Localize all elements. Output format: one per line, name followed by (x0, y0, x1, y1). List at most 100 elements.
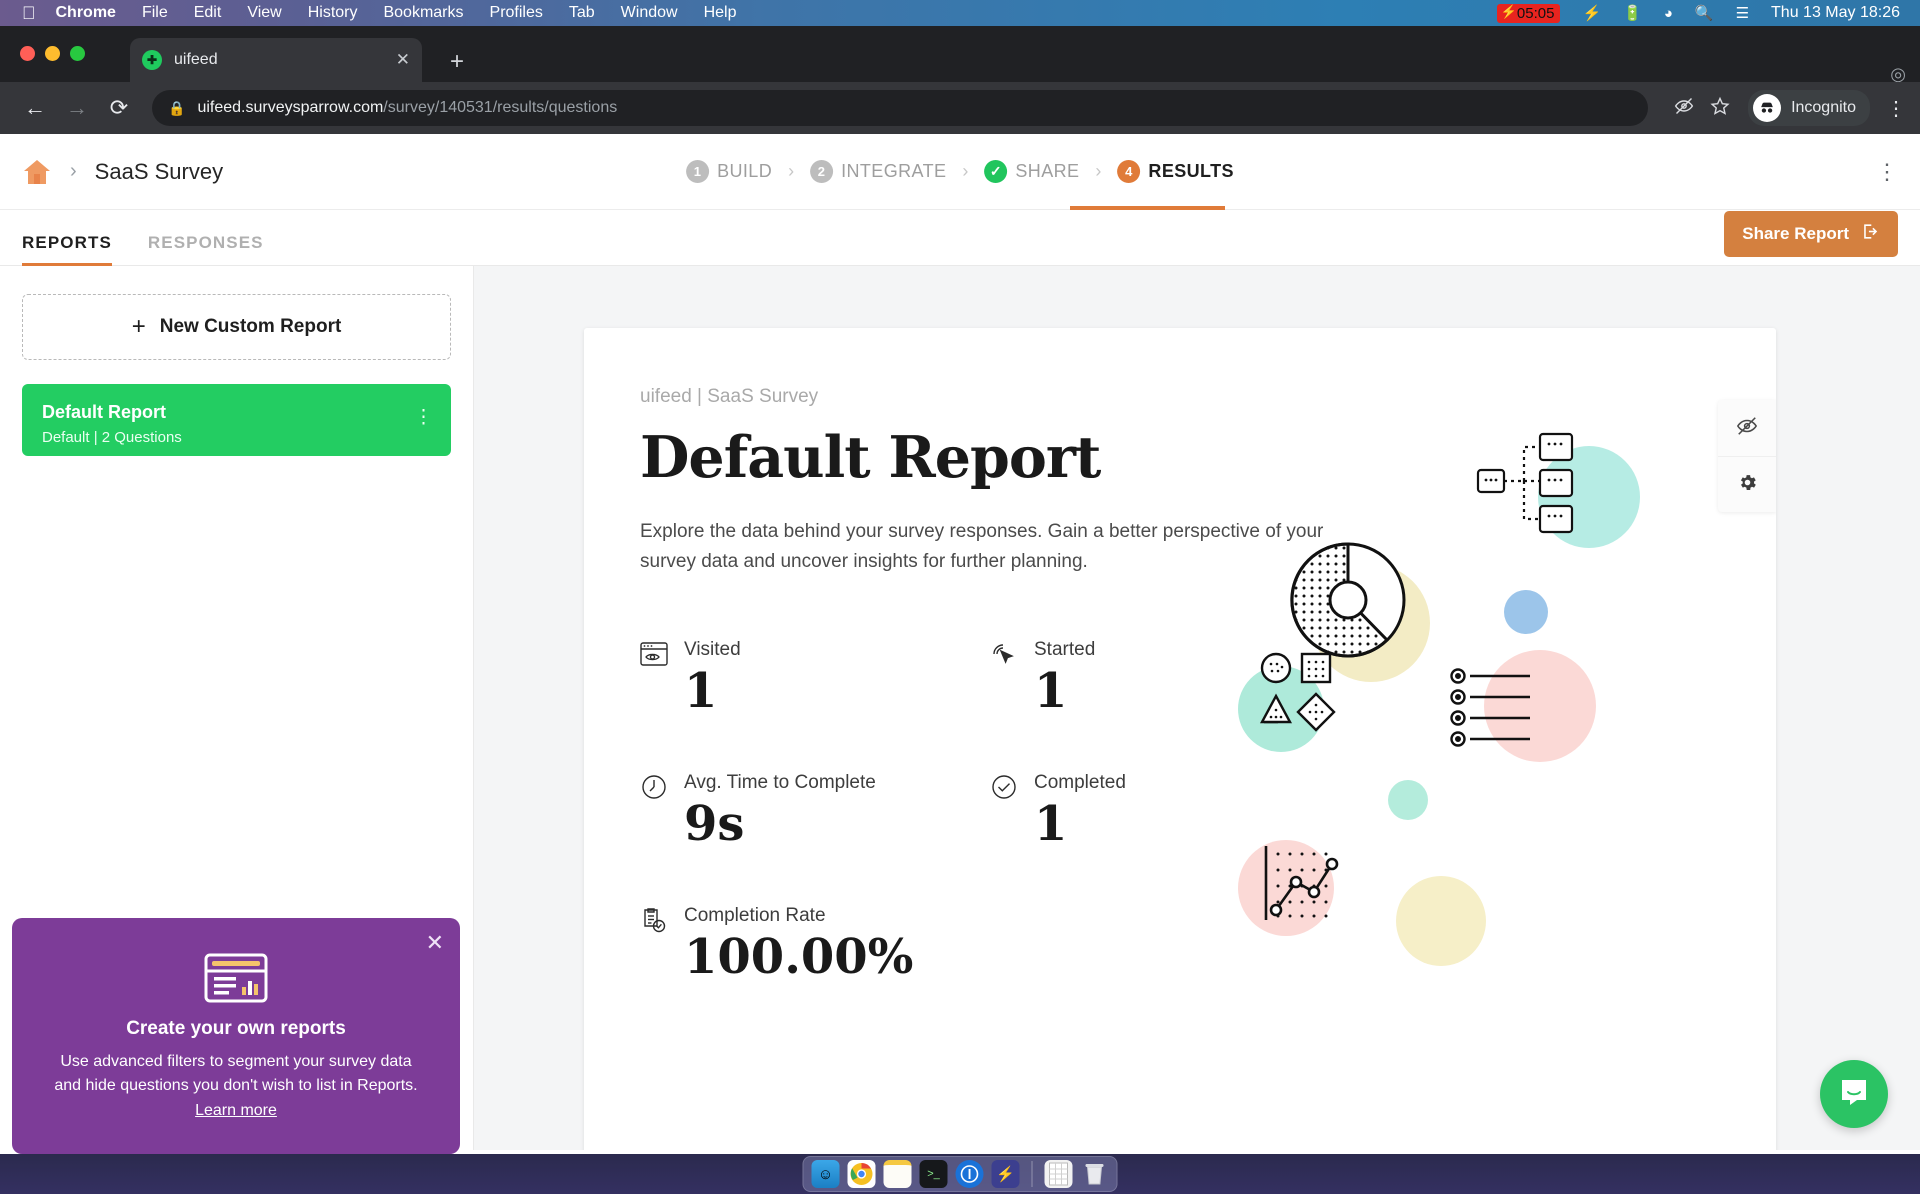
finder-icon[interactable]: ☺ (811, 1160, 840, 1188)
step-integrate[interactable]: 2 INTEGRATE (810, 160, 946, 183)
plus-icon: + (131, 313, 146, 340)
stat-row: Avg. Time to Complete 9s Completed 1 (640, 772, 1340, 851)
menu-item-bookmarks[interactable]: Bookmarks (383, 4, 463, 22)
eye-slash-icon (1736, 415, 1758, 442)
trash-icon[interactable] (1081, 1160, 1109, 1188)
stat-value: 1 (684, 663, 718, 720)
stat-label: Started (1034, 639, 1096, 661)
browser-tabstrip: ✚ uifeed ✕ + ◎ (0, 26, 1920, 84)
app-subbar: REPORTS RESPONSES Share Report (0, 210, 1920, 266)
star-icon[interactable] (1710, 96, 1730, 121)
lock-icon: 🔒 (168, 99, 186, 116)
bolt-icon[interactable]: ⚡ (1582, 6, 1601, 21)
menu-item-window[interactable]: Window (621, 4, 678, 22)
three-dot-menu-icon[interactable]: ⋮ (1876, 159, 1898, 185)
menu-item-edit[interactable]: Edit (194, 4, 222, 22)
step-number: 2 (810, 160, 834, 183)
tab-reports[interactable]: REPORTS (22, 233, 112, 266)
intercom-chat-button[interactable] (1820, 1060, 1888, 1128)
share-report-button[interactable]: Share Report (1724, 211, 1898, 257)
apple-icon[interactable]:  (22, 4, 36, 22)
menu-item-view[interactable]: View (247, 4, 281, 22)
step-results[interactable]: 4 RESULTS (1117, 160, 1233, 183)
address-bar[interactable]: 🔒 uifeed.surveysparrow.com/survey/140531… (152, 90, 1649, 126)
three-dot-menu-icon[interactable]: ⋮ (414, 408, 433, 428)
stat-label: Avg. Time to Complete (684, 771, 876, 793)
stat-row: Completion Rate 100.00% (640, 905, 1340, 984)
report-subtitle: Default | 2 Questions (42, 429, 182, 446)
share-export-icon (1861, 222, 1880, 246)
stat-row: Visited 1 Started 1 (640, 639, 1340, 718)
notes-icon[interactable] (883, 1160, 912, 1188)
learn-more-link[interactable]: Learn more (195, 1102, 277, 1119)
report-chart-icon (203, 952, 269, 1004)
close-window-button[interactable] (20, 46, 35, 61)
stat-avg-time: Avg. Time to Complete 9s (640, 772, 990, 851)
menu-item-tab[interactable]: Tab (569, 4, 595, 22)
browser-toolbar: ← → ⟳ 🔒 uifeed.surveysparrow.com/survey/… (0, 82, 1920, 134)
step-number: 4 (1117, 160, 1141, 183)
new-custom-report-button[interactable]: + New Custom Report (22, 294, 451, 360)
menu-item-help[interactable]: Help (704, 4, 737, 22)
document-icon[interactable] (1044, 1160, 1073, 1188)
back-arrow-icon[interactable]: ← (14, 95, 56, 121)
clock-icon (640, 772, 684, 851)
share-report-label: Share Report (1742, 224, 1849, 243)
stat-value: 1 (1034, 795, 1068, 852)
plus-icon[interactable]: + (450, 50, 464, 74)
lightning-icon[interactable]: ⚡ (991, 1160, 1020, 1188)
stat-value: 9s (684, 795, 745, 852)
wifi-icon[interactable]: ◕ (1664, 6, 1673, 21)
hide-questions-button[interactable] (1718, 400, 1776, 456)
menu-item-file[interactable]: File (142, 4, 168, 22)
step-build[interactable]: 1 BUILD (686, 160, 772, 183)
report-list-item-default[interactable]: Default Report Default | 2 Questions ⋮ (22, 384, 451, 456)
close-icon[interactable]: ✕ (426, 930, 444, 956)
browser-tab[interactable]: ✚ uifeed ✕ (130, 38, 422, 82)
menu-item-chrome[interactable]: Chrome (56, 4, 116, 22)
stat-value: 1 (1034, 663, 1068, 720)
terminal-icon[interactable]: >_ (919, 1160, 948, 1188)
home-icon[interactable] (22, 158, 52, 186)
report-settings-button[interactable] (1718, 456, 1776, 512)
menu-item-history[interactable]: History (308, 4, 358, 22)
chrome-icon[interactable] (847, 1160, 876, 1188)
close-icon[interactable]: ✕ (396, 50, 410, 70)
menu-item-profiles[interactable]: Profiles (490, 4, 543, 22)
url-host: uifeed.surveysparrow.com (197, 99, 384, 116)
reload-icon[interactable]: ⟳ (98, 95, 140, 121)
maximize-window-button[interactable] (70, 46, 85, 61)
battery-charging-icon[interactable]: 🔋 (1623, 6, 1642, 21)
cursor-click-icon (990, 639, 1034, 718)
menubar-datetime[interactable]: Thu 13 May 18:26 (1771, 4, 1900, 22)
stat-visited: Visited 1 (640, 639, 990, 718)
window-controls[interactable] (20, 46, 85, 61)
stat-label: Completion Rate (684, 904, 826, 926)
promo-body: Use advanced filters to segment your sur… (54, 1052, 418, 1095)
forward-arrow-icon[interactable]: → (56, 95, 98, 121)
incognito-indicator[interactable]: Incognito (1748, 90, 1870, 126)
report-heading: Default Report (640, 424, 1101, 491)
profile-label: Incognito (1791, 99, 1856, 116)
macos-dock: ☺ >_ ⚡ (0, 1154, 1920, 1194)
stat-completion-rate: Completion Rate 100.00% (640, 905, 1160, 984)
chevron-right-icon: › (788, 161, 795, 181)
chevron-right-icon: › (962, 161, 969, 181)
minimize-window-button[interactable] (45, 46, 60, 61)
step-label: RESULTS (1148, 161, 1234, 181)
report-title: Default Report (42, 402, 167, 422)
stat-label: Visited (684, 639, 741, 661)
stat-value: 100.00% (684, 928, 914, 985)
clipboard-check-icon (640, 905, 684, 984)
control-center-icon[interactable]: ☰ (1736, 6, 1749, 21)
step-share[interactable]: ✓ SHARE (984, 160, 1079, 183)
cream-blob-2 (1396, 876, 1486, 966)
search-icon[interactable]: 🔍 (1695, 6, 1714, 21)
stat-completed: Completed 1 (990, 772, 1340, 851)
three-dot-menu-icon[interactable]: ⋮ (1886, 96, 1906, 121)
report-description: Explore the data behind your survey resp… (640, 521, 1324, 573)
eye-slash-icon[interactable] (1674, 96, 1694, 121)
tab-responses[interactable]: RESPONSES (148, 233, 264, 265)
1password-icon[interactable] (955, 1160, 984, 1188)
battery-timer-badge: 05:05 (1496, 3, 1561, 23)
